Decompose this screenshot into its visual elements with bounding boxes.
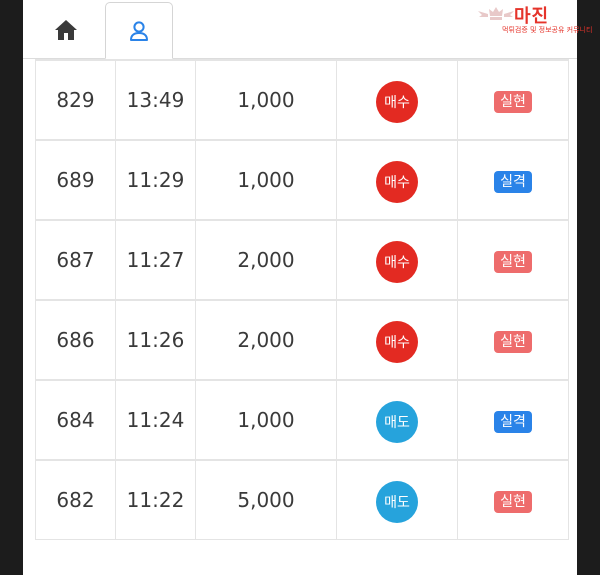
trade-time: 11:29 <box>115 139 196 221</box>
table-row: 684 11:24 1,000 매도 실격 <box>35 379 569 461</box>
trade-history-panel: 829 13:49 1,000 매수 실현 689 11:29 1,000 매수 실격 687 11:… <box>23 0 577 575</box>
result-realized-badge: 실현 <box>494 251 532 273</box>
trade-table: 829 13:49 1,000 매수 실현 689 11:29 1,000 매수 실격 687 11:… <box>35 59 569 540</box>
table-row: 687 11:27 2,000 매수 실현 <box>35 219 569 301</box>
trade-number: 684 <box>35 379 116 461</box>
trade-time: 11:24 <box>115 379 196 461</box>
result-realized-badge: 실현 <box>494 491 532 513</box>
trade-number: 687 <box>35 219 116 301</box>
trade-result-cell: 실현 <box>457 459 569 540</box>
trade-quantity: 1,000 <box>195 59 337 141</box>
trade-side-cell: 매수 <box>336 299 458 381</box>
trade-number: 682 <box>35 459 116 540</box>
result-realized-badge: 실현 <box>494 331 532 353</box>
buy-badge: 매수 <box>376 241 418 283</box>
sell-badge: 매도 <box>376 481 418 523</box>
trade-number: 689 <box>35 139 116 221</box>
watermark-tagline: 먹튀검증 및 정보공유 커뮤니티 <box>502 26 593 34</box>
trade-number: 686 <box>35 299 116 381</box>
trade-quantity: 1,000 <box>195 139 337 221</box>
home-icon <box>54 19 78 41</box>
trade-result-cell: 실현 <box>457 299 569 381</box>
trade-time: 11:26 <box>115 299 196 381</box>
trade-time: 11:22 <box>115 459 196 540</box>
tab-home[interactable] <box>31 2 101 58</box>
trade-side-cell: 매수 <box>336 219 458 301</box>
trade-result-cell: 실현 <box>457 219 569 301</box>
result-failed-badge: 실격 <box>494 171 532 193</box>
buy-badge: 매수 <box>376 81 418 123</box>
trade-time: 11:27 <box>115 219 196 301</box>
trade-side-cell: 매수 <box>336 139 458 221</box>
trade-quantity: 5,000 <box>195 459 337 540</box>
tab-user[interactable] <box>105 2 173 59</box>
table-row: 689 11:29 1,000 매수 실격 <box>35 139 569 221</box>
buy-badge: 매수 <box>376 321 418 363</box>
buy-badge: 매수 <box>376 161 418 203</box>
sell-badge: 매도 <box>376 401 418 443</box>
watermark-logo: 마진 먹튀검증 및 정보공유 커뮤니티 <box>478 2 598 38</box>
table-row: 686 11:26 2,000 매수 실현 <box>35 299 569 381</box>
trade-side-cell: 매도 <box>336 459 458 540</box>
user-icon <box>128 20 150 42</box>
trade-result-cell: 실격 <box>457 379 569 461</box>
trade-result-cell: 실현 <box>457 59 569 141</box>
trade-table-scroll[interactable]: 829 13:49 1,000 매수 실현 689 11:29 1,000 매수 실격 687 11:… <box>23 59 577 575</box>
table-row: 829 13:49 1,000 매수 실현 <box>35 59 569 141</box>
trade-quantity: 2,000 <box>195 299 337 381</box>
result-failed-badge: 실격 <box>494 411 532 433</box>
trade-time: 13:49 <box>115 59 196 141</box>
trade-quantity: 2,000 <box>195 219 337 301</box>
result-realized-badge: 실현 <box>494 91 532 113</box>
trade-result-cell: 실격 <box>457 139 569 221</box>
trade-number: 829 <box>35 59 116 141</box>
table-row: 682 11:22 5,000 매도 실현 <box>35 459 569 540</box>
trade-side-cell: 매도 <box>336 379 458 461</box>
trade-side-cell: 매수 <box>336 59 458 141</box>
trade-quantity: 1,000 <box>195 379 337 461</box>
